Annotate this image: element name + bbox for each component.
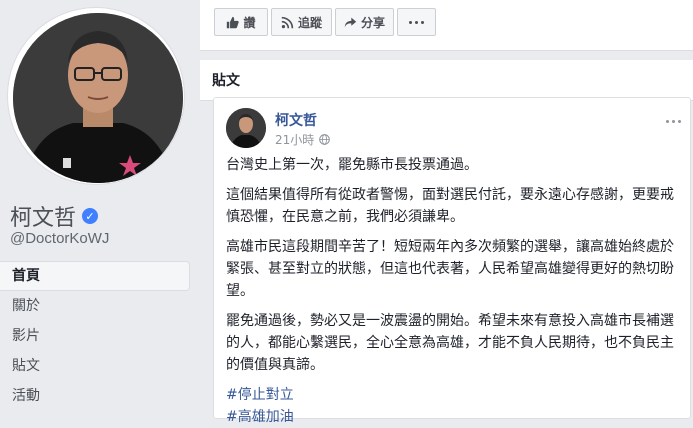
follow-label: 追蹤 [297, 15, 322, 30]
page-name-row: 柯文哲 ✓ [10, 200, 99, 232]
post-paragraph: 這個結果值得所有從政者警惕，面對選民付託，要永遠心存感謝，更要戒慎恐懼，在民意之… [226, 187, 674, 225]
globe-icon [319, 134, 331, 145]
page-sidebar: 柯文哲 ✓ @DoctorKoWJ 首頁 關於 影片 貼文 活動 [0, 0, 200, 409]
nav-item-videos[interactable]: 影片 [0, 321, 190, 351]
post-author-avatar[interactable] [226, 108, 266, 148]
hashtag-link[interactable]: #停止對立 [226, 384, 680, 406]
post-timestamp[interactable]: 21小時 [275, 131, 314, 148]
page-nav: 首頁 關於 影片 貼文 活動 [0, 261, 190, 411]
author-photo-illustration [226, 108, 266, 148]
like-label: 讚 [243, 15, 256, 30]
post-card: 柯文哲 21小時 台灣史上第一次，罷免縣市長投票通過。 這個結果值得所有從政者警… [213, 97, 691, 425]
profile-picture[interactable] [13, 13, 183, 183]
nav-item-events[interactable]: 活動 [0, 381, 190, 411]
nav-item-posts[interactable]: 貼文 [0, 351, 190, 381]
nav-item-home[interactable]: 首頁 [0, 261, 190, 291]
share-label: 分享 [360, 15, 385, 30]
posts-section-header: 貼文 [200, 60, 693, 101]
posts-title: 貼文 [212, 73, 240, 89]
post-meta: 21小時 [275, 131, 331, 148]
profile-photo-illustration [13, 13, 183, 183]
rss-feed-icon [281, 16, 294, 28]
share-arrow-icon [344, 17, 357, 27]
post-body: 台灣史上第一次，罷免縣市長投票通過。 這個結果值得所有從政者警惕，面對選民付託，… [226, 154, 680, 428]
more-dots-icon [409, 20, 412, 24]
follow-button[interactable]: 追蹤 [271, 8, 332, 36]
hashtag-link[interactable]: #高雄加油 [226, 406, 680, 428]
page-handle[interactable]: @DoctorKoWJ [10, 230, 109, 247]
more-options-button[interactable] [397, 8, 436, 36]
post-options-button[interactable] [664, 108, 682, 127]
share-button[interactable]: 分享 [335, 8, 394, 36]
post-paragraph: 台灣史上第一次，罷免縣市長投票通過。 [226, 157, 478, 173]
post-paragraph: 罷免通過後，勢必又是一波震盪的開始。希望未來有意投入高雄市長補選的人，都能心繫選… [226, 313, 674, 373]
post-more-dots-icon [665, 120, 669, 123]
thumbs-up-icon [227, 16, 240, 28]
post-paragraph: 高雄市民這段期間辛苦了！短短兩年內多次頻繁的選舉，讓高雄始終處於緊張、甚至對立的… [226, 239, 674, 299]
like-button[interactable]: 讚 [214, 8, 268, 36]
post-author-name[interactable]: 柯文哲 [275, 110, 317, 130]
nav-item-about[interactable]: 關於 [0, 291, 190, 321]
verified-badge-icon: ✓ [82, 208, 99, 224]
page-name[interactable]: 柯文哲 [10, 200, 76, 232]
page-action-bar: 讚 追蹤 分享 [200, 0, 693, 51]
